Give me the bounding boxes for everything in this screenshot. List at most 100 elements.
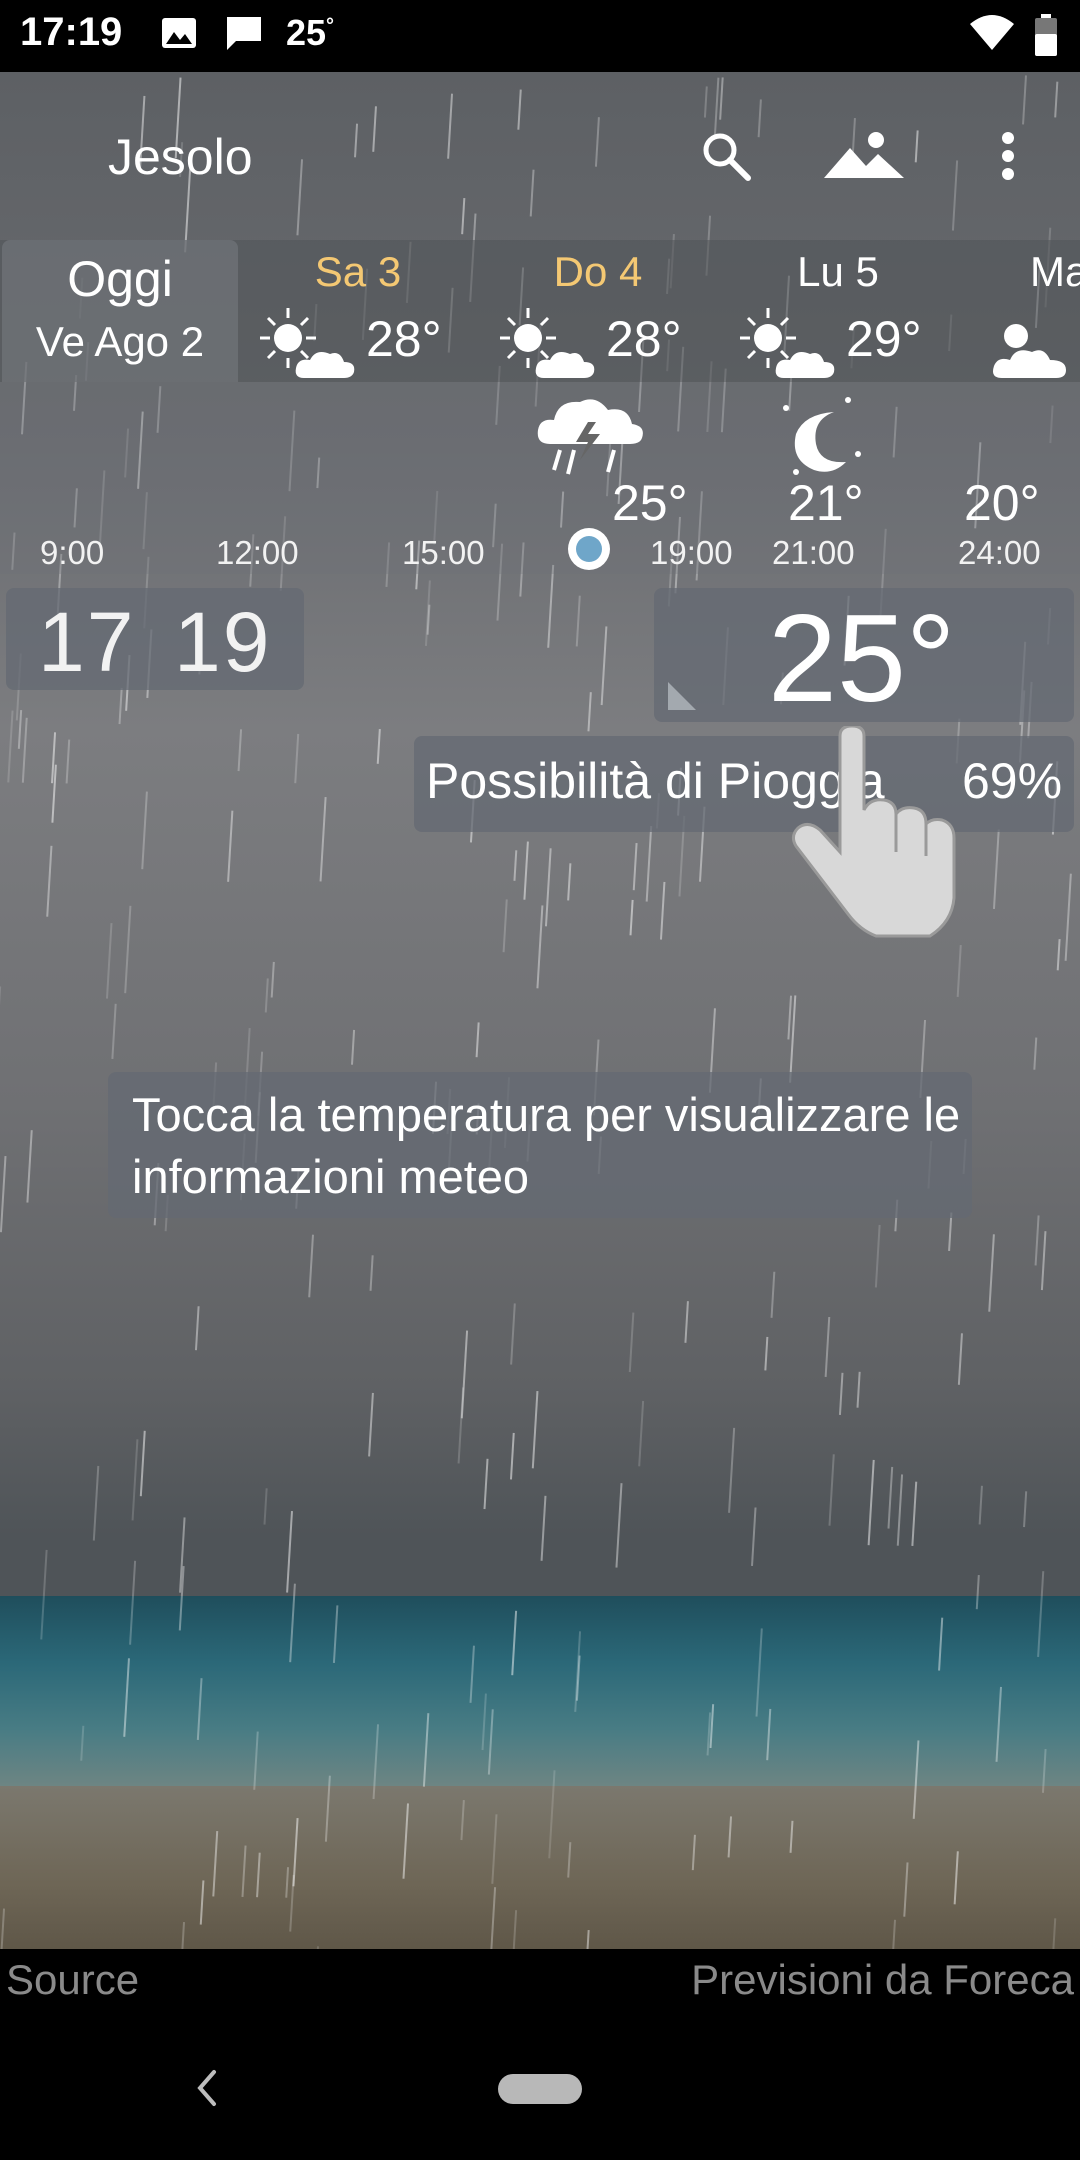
rain-streak <box>447 93 454 159</box>
rain-streak <box>92 1465 100 1541</box>
rain-streak <box>354 123 359 158</box>
rain-streak <box>978 1485 983 1525</box>
rain-streak <box>548 1770 556 1859</box>
search-icon[interactable] <box>700 130 752 182</box>
hour-temp: 20° <box>964 475 1040 531</box>
source-link[interactable]: Source <box>6 1956 139 2004</box>
rain-streak <box>956 944 962 997</box>
rain-streak <box>838 1372 844 1415</box>
rain-streak <box>510 1303 516 1365</box>
rain-streak <box>770 1271 776 1318</box>
rain-streak <box>332 1605 339 1664</box>
rain-streak <box>502 899 508 953</box>
rain-streak <box>896 1474 904 1546</box>
rain-streak <box>80 1725 85 1761</box>
day-item-do4[interactable]: Do 4 28° <box>498 248 698 384</box>
rain-streak <box>196 1678 203 1740</box>
rain-streak <box>587 692 592 732</box>
rain-streak <box>487 1709 494 1775</box>
clear-night-icon <box>783 397 861 475</box>
rain-streak <box>629 899 634 936</box>
rain-streak <box>316 1946 320 1949</box>
rain-streak <box>1056 939 1061 971</box>
rain-streak <box>757 99 762 138</box>
rain-streak <box>691 1834 696 1871</box>
hour-label: 24:00 <box>958 534 1041 571</box>
day-temp: 29° <box>846 311 922 367</box>
rain-streak <box>0 1155 7 1233</box>
rain-streak <box>372 1724 380 1800</box>
day-item-sa3[interactable]: Sa 3 28° <box>258 248 458 384</box>
back-icon[interactable] <box>190 2064 222 2112</box>
rain-streak <box>529 169 535 217</box>
rain-streak <box>867 1459 875 1546</box>
rain-streak <box>540 1495 547 1561</box>
rain-streak <box>1033 1037 1038 1070</box>
hour-label: 12:00 <box>216 534 299 571</box>
clock-hours: 17 <box>38 595 136 689</box>
landscape-icon[interactable] <box>824 130 904 182</box>
rain-streak <box>512 1910 518 1949</box>
rain-streak <box>26 1130 33 1203</box>
rain-streak <box>319 796 327 882</box>
rain-streak <box>105 923 113 999</box>
rain-streak <box>118 687 123 725</box>
rain-streak <box>256 1852 261 1898</box>
rain-streak <box>402 1803 409 1879</box>
rain-streak <box>751 1507 757 1567</box>
city-name[interactable]: Jesolo <box>108 128 253 186</box>
rain-streak <box>953 1851 959 1905</box>
rain-streak <box>600 626 608 706</box>
day-item-ma[interactable]: Ma <box>990 248 1080 384</box>
day-temp: 28° <box>606 311 682 367</box>
hour-label: 19:00 <box>650 534 733 571</box>
rain-streak <box>294 733 300 784</box>
rain-streak <box>124 905 132 994</box>
day-name: Lu 5 <box>797 248 879 295</box>
rain-streak <box>194 1306 200 1351</box>
day-item-lu5[interactable]: Lu 5 29° <box>738 248 938 384</box>
status-time: 17:19 <box>20 10 123 54</box>
rain-streak <box>1037 1571 1045 1658</box>
rain-streak <box>460 1799 465 1841</box>
rain-streak <box>1034 1215 1040 1266</box>
status-temp: 25° <box>286 12 335 53</box>
clock-minutes: 19 <box>174 595 272 689</box>
rain-streak <box>65 739 71 784</box>
rain-streak <box>491 1814 498 1884</box>
rain-streak <box>709 1704 715 1749</box>
rain-streak <box>523 841 529 900</box>
rain-streak <box>703 86 708 118</box>
hour-label: 21:00 <box>772 534 855 571</box>
rain-streak <box>7 710 14 783</box>
rain-streak <box>1054 81 1059 118</box>
rain-streak <box>483 1458 489 1510</box>
rain-streak <box>296 159 303 236</box>
rain-streak <box>874 1224 881 1288</box>
rain-streak <box>111 1003 117 1060</box>
rain-streak <box>1064 873 1072 961</box>
rain-streak <box>264 978 269 1013</box>
rain-streak <box>1040 1231 1047 1291</box>
rain-streak <box>632 843 638 891</box>
rain-streak <box>481 1693 487 1751</box>
rain-streak <box>369 1255 374 1291</box>
current-temp[interactable]: 25° <box>768 588 956 730</box>
rain-streak <box>422 1713 430 1787</box>
hour-temp: 25° <box>612 475 688 531</box>
rain-streak <box>237 729 243 772</box>
rain-streak <box>289 1583 296 1663</box>
rain-streak <box>547 564 555 648</box>
rain-streak <box>755 1628 763 1717</box>
current-time-marker[interactable] <box>568 528 610 570</box>
hour-label: 9:00 <box>40 534 105 571</box>
home-button[interactable] <box>498 2074 582 2104</box>
more-vert-icon[interactable] <box>994 130 1022 182</box>
rain-streak <box>253 1731 259 1790</box>
rain-streak <box>17 710 23 749</box>
rain-streak <box>536 905 544 989</box>
rain-streak <box>513 850 518 881</box>
provider-link[interactable]: Previsioni da Foreca <box>691 1956 1074 2004</box>
rain-streak <box>544 848 552 927</box>
rain-streak <box>1052 1918 1057 1949</box>
